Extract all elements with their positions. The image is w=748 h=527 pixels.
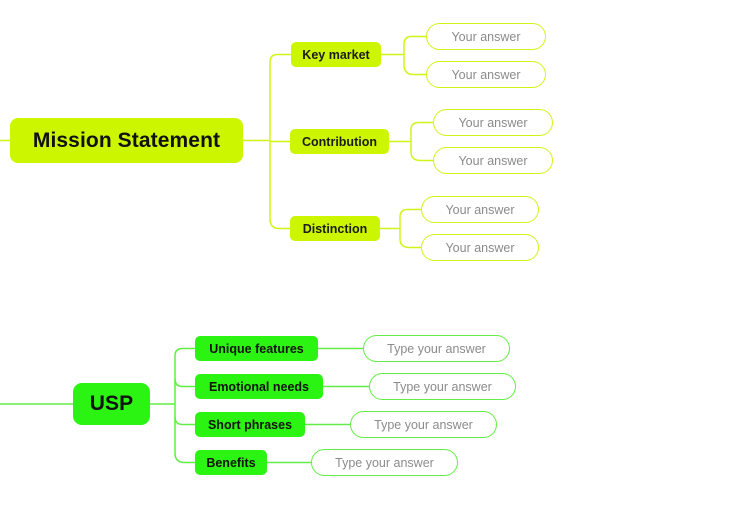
branch-node-label: Key market [302,47,370,62]
branch-node-emotional-needs[interactable]: Emotional needs [195,374,323,399]
wire-cb-leaf-2 [410,151,433,162]
branch-node-label: Short phrases [207,417,293,432]
branch-node-label: Distinction [302,221,368,236]
leaf-node-placeholder: Your answer [451,67,521,82]
leaf-node-placeholder: Your answer [458,153,528,168]
branch-node-label: Contribution [302,134,377,149]
leaf-node-contribution-2[interactable]: Your answer [433,147,553,174]
leaf-node-placeholder: Your answer [445,240,515,255]
leaf-node-placeholder: Type your answer [387,341,486,356]
mindmap-canvas: Mission Statement Key market Your answer… [0,0,748,527]
leaf-node-short-phrases-1[interactable]: Type your answer [350,411,497,438]
wire-elbow-unique-features [174,347,195,357]
wire-km-leaf-2 [403,64,426,76]
branch-node-benefits[interactable]: Benefits [195,450,267,475]
wire-elbow-short-phrases [174,416,195,426]
wire-km-leaf-1 [403,35,426,45]
branch-node-label: Benefits [206,455,256,470]
root-node-label: Mission Statement [32,128,221,152]
branch-node-unique-features[interactable]: Unique features [195,336,318,361]
leaf-node-distinction-1[interactable]: Your answer [421,196,539,223]
leaf-node-placeholder: Type your answer [393,379,492,394]
leaf-node-placeholder: Your answer [445,202,515,217]
branch-node-key-market[interactable]: Key market [291,42,381,67]
leaf-node-placeholder: Type your answer [335,455,434,470]
leaf-node-key-market-1[interactable]: Your answer [426,23,546,50]
root-node-label: USP [89,392,134,415]
branch-node-contribution[interactable]: Contribution [290,129,389,154]
leaf-node-benefits-1[interactable]: Type your answer [311,449,458,476]
branch-node-label: Unique features [209,341,304,356]
wire-cb-leaf-1 [410,121,433,131]
leaf-node-placeholder: Type your answer [374,417,473,432]
leaf-node-contribution-1[interactable]: Your answer [433,109,553,136]
leaf-node-emotional-needs-1[interactable]: Type your answer [369,373,516,400]
wire-dt-leaf-1 [399,208,421,218]
branch-node-distinction[interactable]: Distinction [290,216,380,241]
leaf-node-key-market-2[interactable]: Your answer [426,61,546,88]
branch-node-label: Emotional needs [208,379,310,394]
root-node-mission-statement[interactable]: Mission Statement [10,118,243,163]
wire-elbow-key-market [269,53,291,63]
wire-elbow-emotional-needs [174,378,195,388]
leaf-node-unique-features-1[interactable]: Type your answer [363,335,510,362]
branch-node-short-phrases[interactable]: Short phrases [195,412,305,437]
wire-elbow-benefits [174,452,195,464]
leaf-node-placeholder: Your answer [458,115,528,130]
connector-lines [0,35,433,464]
wire-dt-leaf-2 [399,238,421,249]
root-node-usp[interactable]: USP [73,383,150,425]
wire-elbow-distinction [269,218,290,230]
leaf-node-distinction-2[interactable]: Your answer [421,234,539,261]
leaf-node-placeholder: Your answer [451,29,521,44]
